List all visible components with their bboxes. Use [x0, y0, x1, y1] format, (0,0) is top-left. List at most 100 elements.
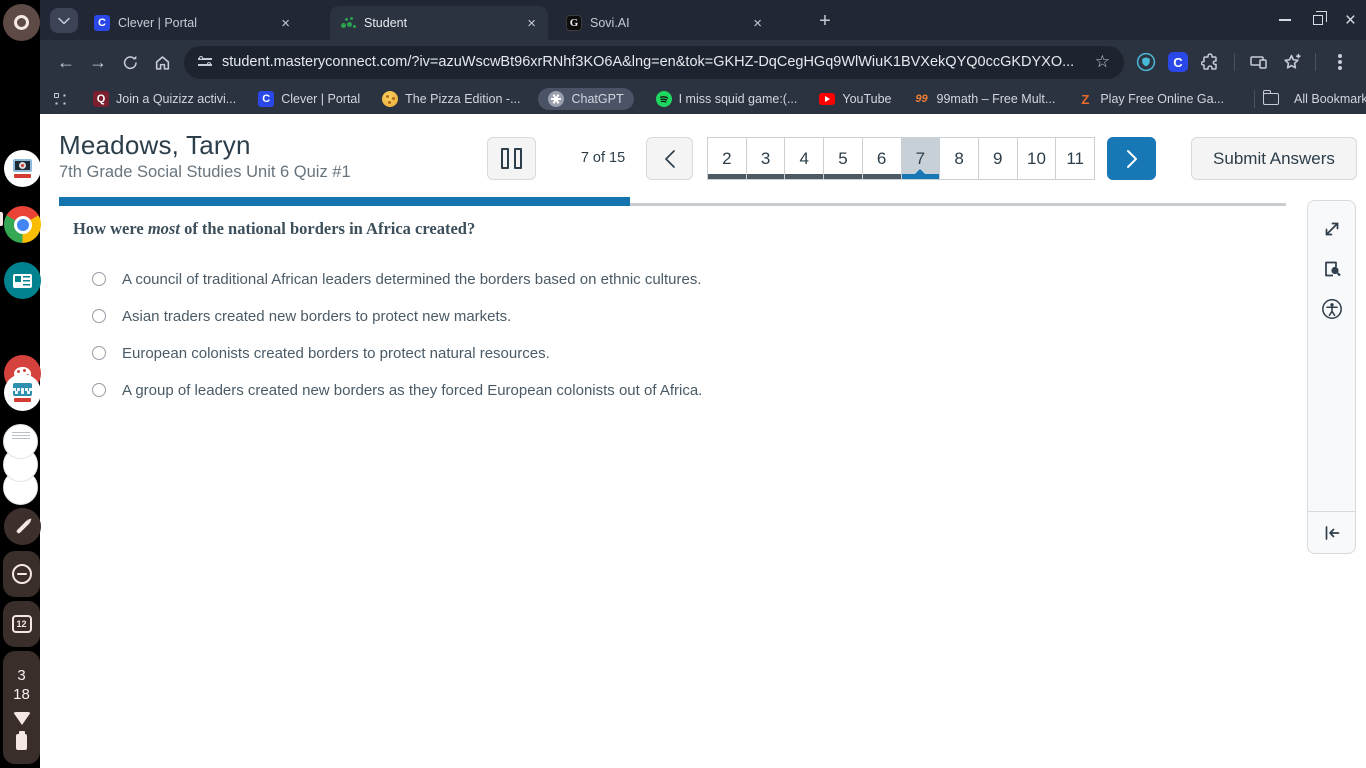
expand-button[interactable]: [1308, 209, 1355, 249]
page-button-2[interactable]: 2: [708, 138, 747, 179]
student-name: Meadows, Taryn: [59, 130, 251, 161]
address-bar[interactable]: student.masteryconnect.com/?iv=azuWscwBt…: [184, 46, 1124, 79]
tab-close-icon[interactable]: ×: [279, 15, 292, 32]
clever-favicon: C: [258, 91, 274, 107]
star-sparkle-icon: [1282, 53, 1301, 72]
page-button-5[interactable]: 5: [824, 138, 863, 179]
bookmark-quizizz[interactable]: Q Join a Quizizz activi...: [93, 91, 236, 107]
bookmark-pizza-edition[interactable]: The Pizza Edition -...: [382, 91, 520, 107]
quiz-page: Meadows, Taryn 7th Grade Social Studies …: [40, 114, 1366, 768]
question-pager: 2 3 4 5 6 7 8 9 10 11: [707, 137, 1095, 180]
devices-icon: [1249, 53, 1269, 71]
shelf-app-chrome[interactable]: [4, 206, 41, 243]
tab-close-icon[interactable]: ×: [751, 15, 764, 32]
tab-search-button[interactable]: [50, 8, 78, 33]
accessibility-button[interactable]: [1308, 289, 1355, 329]
question-counter: 7 of 15: [563, 150, 643, 166]
shelf-app-pixel-education[interactable]: [4, 374, 41, 411]
sovi-favicon: G: [566, 15, 582, 31]
tab-title: Sovi.AI: [590, 16, 751, 30]
shelf-app-lego-education[interactable]: [4, 150, 41, 187]
bookmark-label: YouTube: [842, 92, 891, 106]
back-button[interactable]: ←: [50, 46, 82, 78]
bookmark-clever[interactable]: C Clever | Portal: [258, 91, 360, 107]
home-icon: [154, 54, 171, 71]
option-label: A group of leaders created new borders a…: [122, 382, 702, 399]
minimize-icon[interactable]: [1279, 19, 1291, 21]
page-button-10[interactable]: 10: [1018, 138, 1057, 179]
home-button[interactable]: [146, 46, 178, 78]
extensions-button[interactable]: [1194, 46, 1226, 78]
quiz-progress-bar: [59, 197, 1286, 206]
clock-hour: 3: [17, 666, 25, 685]
do-not-disturb-icon: [12, 564, 32, 584]
devices-button[interactable]: [1243, 46, 1275, 78]
submit-answers-button[interactable]: Submit Answers: [1191, 137, 1357, 180]
apps-shortcut[interactable]: [54, 93, 67, 106]
clever-extension-button[interactable]: C: [1162, 46, 1194, 78]
bookmark-youtube[interactable]: YouTube: [819, 92, 891, 106]
99math-favicon: 99: [914, 91, 930, 107]
shield-icon: [1136, 52, 1156, 72]
shelf-app-notes[interactable]: [4, 262, 41, 299]
tab-sovi-ai[interactable]: G Sovi.AI ×: [556, 6, 774, 40]
quiz-title: 7th Grade Social Studies Unit 6 Quiz #1: [59, 163, 351, 182]
bookmark-spotify[interactable]: I miss squid game:(...: [656, 91, 798, 107]
launcher-icon: [14, 15, 29, 30]
answer-option[interactable]: A council of traditional African leaders…: [92, 271, 702, 287]
window-stack-item[interactable]: [3, 424, 38, 459]
battery-icon: [16, 734, 27, 750]
document-magnifier-icon: [1322, 259, 1342, 279]
tab-title: Clever | Portal: [118, 16, 279, 30]
reload-button[interactable]: [114, 46, 146, 78]
zoom-document-button[interactable]: [1308, 249, 1355, 289]
bookmark-star-icon[interactable]: ☆: [1095, 52, 1110, 72]
previous-question-button[interactable]: [646, 137, 693, 180]
radio-button[interactable]: [92, 272, 106, 286]
all-bookmarks-button[interactable]: All Bookmarks: [1263, 92, 1366, 106]
page-button-6[interactable]: 6: [863, 138, 902, 179]
close-icon[interactable]: ×: [1345, 11, 1356, 30]
page-button-8[interactable]: 8: [940, 138, 979, 179]
site-settings-icon[interactable]: [198, 56, 212, 68]
page-button-9[interactable]: 9: [979, 138, 1018, 179]
bookmark-label: Clever | Portal: [281, 92, 360, 106]
calendar-tray[interactable]: 12: [3, 601, 40, 647]
option-label: A council of traditional African leaders…: [122, 271, 702, 288]
status-tray[interactable]: 3 18: [3, 651, 40, 764]
bookmark-99math[interactable]: 99 99math – Free Mult...: [914, 91, 1056, 107]
tab-clever-portal[interactable]: C Clever | Portal ×: [84, 6, 302, 40]
toolbar-divider: [1234, 53, 1235, 71]
url-text[interactable]: student.masteryconnect.com/?iv=azuWscwBt…: [222, 54, 1085, 70]
collapse-panel-button[interactable]: [1308, 511, 1355, 553]
tab-student[interactable]: Student ×: [330, 6, 548, 40]
radio-button[interactable]: [92, 383, 106, 397]
bookmark-label: Play Free Online Ga...: [1100, 92, 1224, 106]
next-question-button[interactable]: [1107, 137, 1156, 180]
forward-button[interactable]: →: [82, 46, 114, 78]
tab-close-icon[interactable]: ×: [525, 15, 538, 32]
window-controls: ×: [1279, 0, 1356, 40]
answer-option[interactable]: European colonists created borders to pr…: [92, 345, 702, 361]
page-button-4[interactable]: 4: [785, 138, 824, 179]
stylus-tools-button[interactable]: [4, 508, 41, 545]
reading-list-button[interactable]: [1275, 46, 1307, 78]
radio-button[interactable]: [92, 309, 106, 323]
accessibility-icon: [1321, 298, 1343, 320]
radio-button[interactable]: [92, 346, 106, 360]
launcher-button[interactable]: [3, 4, 40, 41]
restore-icon[interactable]: [1313, 15, 1323, 25]
page-button-3[interactable]: 3: [747, 138, 786, 179]
bookmark-free-games[interactable]: Z Play Free Online Ga...: [1077, 91, 1224, 107]
notification-tray[interactable]: [3, 551, 40, 597]
pause-button[interactable]: [487, 137, 536, 180]
security-extension-button[interactable]: [1130, 46, 1162, 78]
menu-button[interactable]: [1324, 46, 1356, 78]
bookmark-chatgpt[interactable]: ChatGPT: [538, 88, 633, 110]
answer-option[interactable]: Asian traders created new borders to pro…: [92, 308, 702, 324]
page-button-11[interactable]: 11: [1056, 138, 1094, 179]
page-button-7-active[interactable]: 7: [902, 138, 941, 179]
new-tab-button[interactable]: +: [812, 8, 838, 34]
pixel-app-icon: [13, 383, 32, 396]
answer-option[interactable]: A group of leaders created new borders a…: [92, 382, 702, 398]
